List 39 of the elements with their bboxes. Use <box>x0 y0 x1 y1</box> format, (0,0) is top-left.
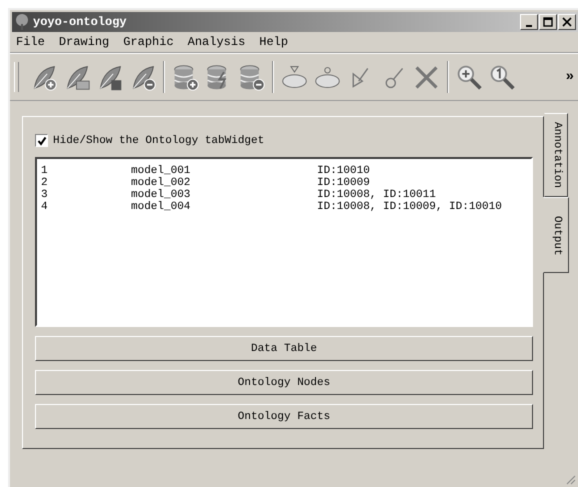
check-icon <box>36 136 46 146</box>
menu-item[interactable]: File <box>16 35 45 49</box>
menu-item[interactable]: Drawing <box>58 35 110 49</box>
checkbox[interactable] <box>35 134 48 147</box>
minimize-button[interactable] <box>520 14 538 30</box>
overflow-button[interactable]: » <box>566 69 574 85</box>
zoom-actual-icon[interactable] <box>488 62 517 92</box>
zoom-in-icon[interactable] <box>455 62 484 92</box>
resize-grip-icon[interactable] <box>564 473 576 485</box>
minimize-icon <box>526 24 532 26</box>
close-icon <box>562 17 572 27</box>
model-name: model_001 <box>131 165 192 177</box>
window-title: yoyo-ontology <box>33 15 128 29</box>
model-ids: ID:10010 <box>317 165 370 177</box>
row-index: 3 <box>41 189 49 201</box>
model-name: model_004 <box>131 201 192 213</box>
database-minus-icon[interactable] <box>237 62 266 92</box>
model-name: model_003 <box>131 189 192 201</box>
row-index: 2 <box>41 177 49 189</box>
model-ids: ID:10009 <box>317 177 370 189</box>
menu-item[interactable]: Graphic <box>123 35 174 49</box>
side-tab[interactable]: Annotation <box>544 113 568 198</box>
tree-icon <box>14 14 30 30</box>
maximize-button[interactable] <box>539 14 557 30</box>
panel-button[interactable]: Ontology Nodes <box>35 370 533 396</box>
close-button[interactable] <box>558 14 576 30</box>
row-index: 4 <box>41 201 49 213</box>
model-ids: ID:10008, ID:10011 <box>317 189 436 201</box>
model-name: model_002 <box>131 177 192 189</box>
panel-button[interactable]: Data Table <box>35 336 533 362</box>
checkbox-label: Hide/Show the Ontology tabWidget <box>53 134 264 146</box>
row-index: 1 <box>41 165 49 177</box>
side-tab[interactable]: Output <box>543 197 569 273</box>
database-plus-icon[interactable] <box>171 62 200 92</box>
model-ids: ID:10008, ID:10009, ID:10010 <box>317 201 502 213</box>
menu-item[interactable]: Help <box>259 35 288 49</box>
maximize-icon <box>543 17 553 27</box>
menu-item[interactable]: Analysis <box>188 35 246 49</box>
panel-button[interactable]: Ontology Facts <box>35 404 533 429</box>
